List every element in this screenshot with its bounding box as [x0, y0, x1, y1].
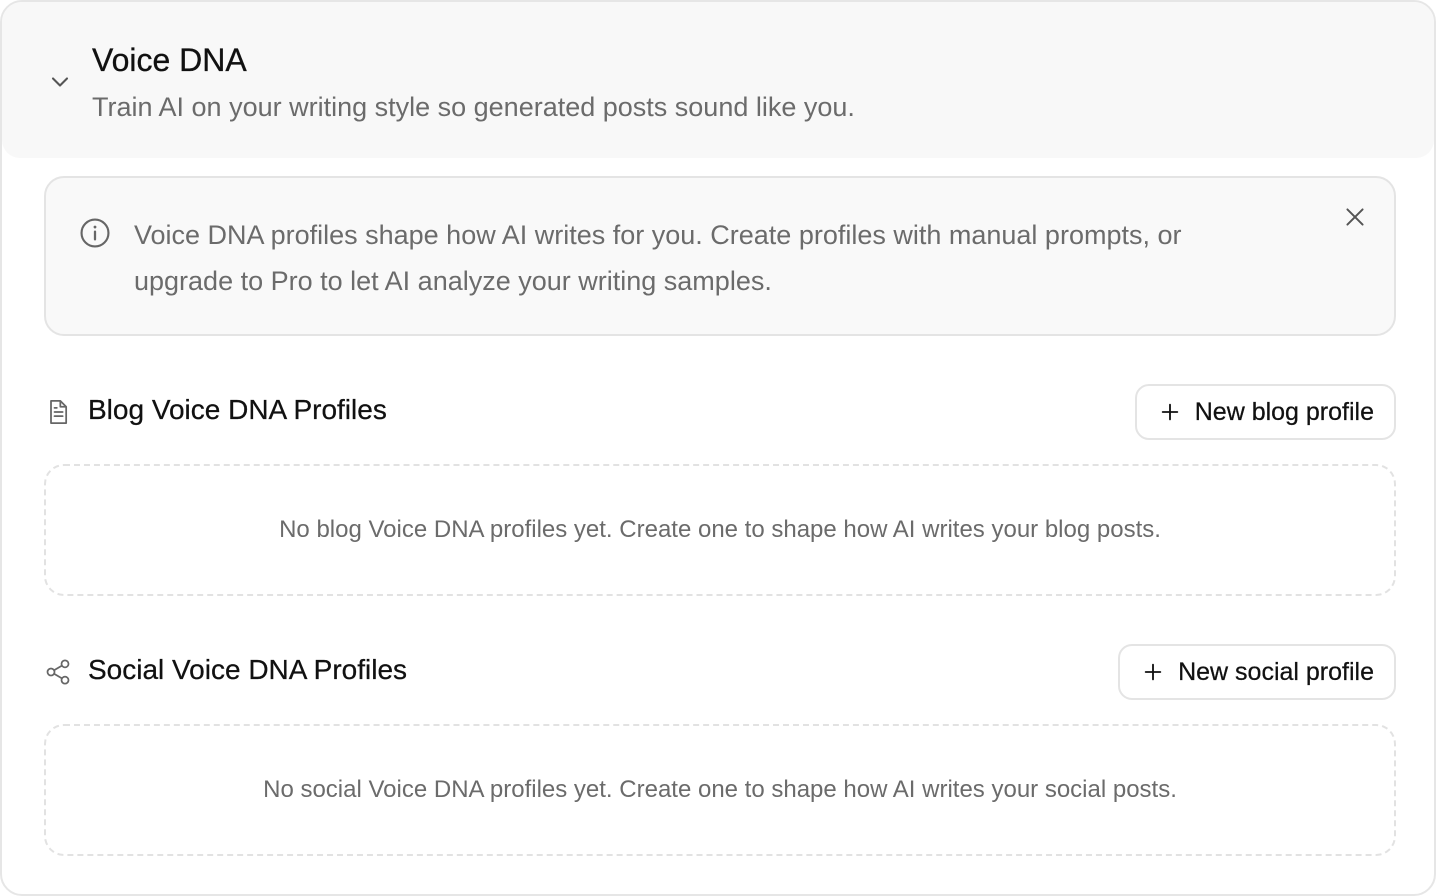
info-icon — [80, 218, 110, 248]
document-icon — [50, 400, 68, 424]
voice-dna-card: Voice DNA Train AI on your writing style… — [0, 0, 1436, 896]
share-icon — [46, 659, 70, 685]
new-social-profile-button[interactable]: New social profile — [1118, 644, 1396, 700]
social-empty-state: No social Voice DNA profiles yet. Create… — [44, 724, 1396, 856]
close-icon[interactable] — [1342, 204, 1368, 230]
info-alert: Voice DNA profiles shape how AI writes f… — [44, 176, 1396, 336]
page-title: Voice DNA — [92, 42, 247, 78]
blog-section-title: Blog Voice DNA Profiles — [88, 394, 387, 425]
social-section-title: Social Voice DNA Profiles — [88, 654, 408, 685]
social-empty-text: No social Voice DNA profiles yet. Create… — [263, 776, 1177, 803]
new-blog-profile-button[interactable]: New blog profile — [1134, 384, 1396, 440]
new-social-profile-label: New social profile — [1178, 657, 1374, 686]
alert-message: Voice DNA profiles shape how AI writes f… — [134, 220, 1182, 296]
social-section-header: Social Voice DNA Profiles New social pro… — [44, 644, 1396, 700]
card-header[interactable]: Voice DNA Train AI on your writing style… — [2, 2, 1434, 158]
blog-empty-state: No blog Voice DNA profiles yet. Create o… — [44, 464, 1396, 596]
blog-section-header: Blog Voice DNA Profiles New blog profile — [44, 384, 1396, 440]
new-blog-profile-label: New blog profile — [1194, 397, 1375, 426]
plus-icon — [1161, 403, 1178, 421]
plus-icon — [1144, 663, 1162, 681]
chevron-down-icon[interactable] — [46, 68, 74, 96]
page-subtitle: Train AI on your writing style so genera… — [92, 92, 855, 122]
blog-empty-text: No blog Voice DNA profiles yet. Create o… — [279, 516, 1161, 543]
